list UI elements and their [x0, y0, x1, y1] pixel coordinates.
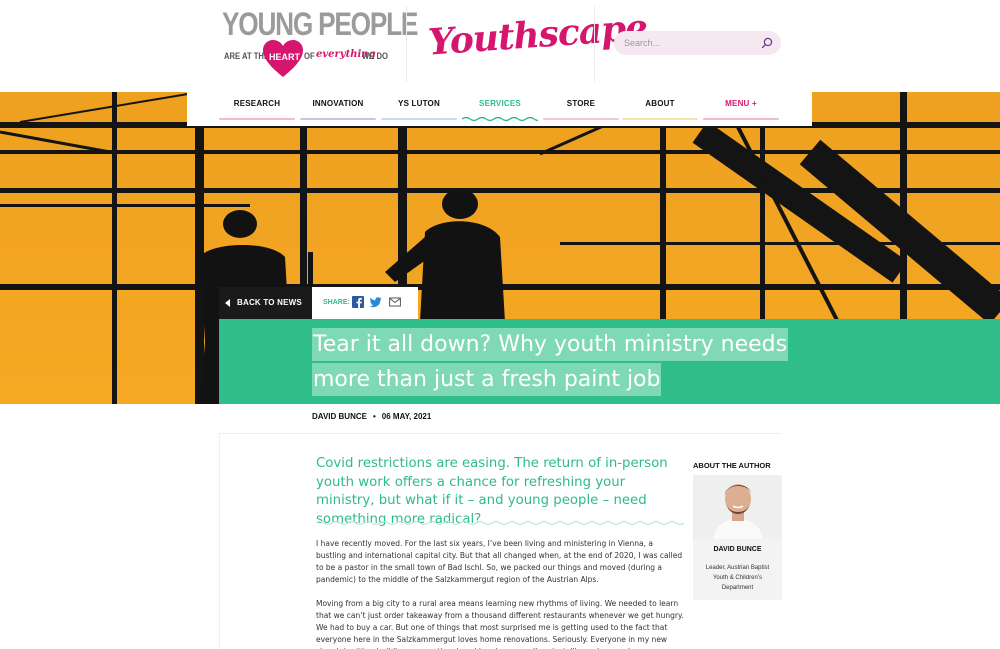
article-paragraph: I have recently moved. For the last six …	[316, 539, 683, 584]
young-people-logo[interactable]: YOUNG PEOPLE ARE AT THE HEART OF everyth…	[222, 6, 418, 82]
article-title-band: Tear it all down? Why youth ministry nee…	[219, 319, 1000, 404]
nav-item-label: ABOUT	[645, 99, 675, 108]
nav-item-label: INNOVATION	[312, 99, 364, 108]
nav-underline	[300, 118, 376, 120]
author-name: DAVID BUNCE	[713, 546, 762, 553]
nav-underline	[622, 118, 698, 120]
author-photo	[693, 475, 782, 539]
header-divider	[406, 6, 407, 82]
nav-item-label: MENU +	[725, 99, 757, 108]
divider	[219, 434, 220, 649]
nav-item-label: STORE	[566, 99, 596, 108]
tagline-we-do: WE DO	[362, 51, 388, 61]
young-people-logo-tagline: ARE AT THE HEART OF everything WE DO	[224, 40, 388, 77]
article-date: 06 MAY, 2021	[381, 412, 432, 421]
author-portrait-image	[693, 475, 782, 539]
author-role: Leader, Austrian Baptist Youth & Childre…	[705, 565, 770, 591]
back-to-news-label: BACK TO NEWS	[237, 298, 302, 307]
nav-item-innovation[interactable]: INNOVATION	[300, 92, 376, 126]
youthscape-logo[interactable]: Youthscape	[427, 6, 649, 63]
twitter-icon[interactable]	[370, 296, 382, 308]
article-lede: Covid restrictions are easing. The retur…	[316, 456, 668, 527]
nav-item-menu[interactable]: MENU +	[703, 92, 779, 126]
nav-underline	[703, 118, 779, 120]
chevron-left-icon	[225, 299, 230, 307]
facebook-icon[interactable]	[352, 296, 364, 308]
site-header: YOUNG PEOPLE ARE AT THE HEART OF everyth…	[0, 0, 1000, 92]
article-meta: DAVID BUNCE • 06 MAY, 2021	[312, 412, 431, 421]
nav-active-wave	[462, 116, 538, 122]
search-input[interactable]	[624, 35, 754, 51]
back-to-news-button[interactable]: BACK TO NEWS	[219, 287, 312, 319]
nav-item-store[interactable]: STORE	[543, 92, 619, 126]
nav-underline	[381, 118, 457, 120]
nav-item-ys-luton[interactable]: YS LUTON	[381, 92, 457, 126]
header-divider	[594, 6, 595, 82]
young-people-logo-title: YOUNG PEOPLE	[222, 6, 418, 42]
mail-icon[interactable]	[389, 296, 401, 308]
article-title-line-1: Tear it all down? Why youth ministry nee…	[312, 328, 789, 361]
main-nav: RESEARCH INNOVATION YS LUTON SERVICES ST…	[187, 92, 812, 126]
search-icon[interactable]	[761, 37, 773, 49]
share-label: SHARE:	[323, 299, 350, 306]
meta-separator: •	[372, 412, 376, 421]
nav-item-label: YS LUTON	[398, 99, 440, 108]
nav-item-label: SERVICES	[479, 99, 521, 108]
share-bar: SHARE:	[312, 287, 418, 319]
nav-item-services[interactable]: SERVICES	[462, 92, 538, 126]
author-card[interactable]: DAVID BUNCE Leader, Austrian Baptist You…	[693, 475, 782, 600]
nav-underline	[543, 118, 619, 120]
tagline-of: OF	[304, 51, 315, 61]
divider	[219, 433, 781, 434]
nav-item-label: RESEARCH	[233, 99, 281, 108]
nav-item-about[interactable]: ABOUT	[622, 92, 698, 126]
nav-item-research[interactable]: RESEARCH	[219, 92, 295, 126]
article-author: DAVID BUNCE	[312, 412, 367, 421]
tagline-heart: HEART	[269, 52, 300, 62]
nav-underline	[219, 118, 295, 120]
lede-wave-divider	[316, 520, 684, 526]
search-box	[614, 31, 781, 55]
article-paragraph: Moving from a big city to a rural area m…	[316, 599, 684, 649]
about-the-author-heading: ABOUT THE AUTHOR	[693, 461, 771, 470]
article-title-line-2: more than just a fresh paint job	[312, 363, 662, 396]
